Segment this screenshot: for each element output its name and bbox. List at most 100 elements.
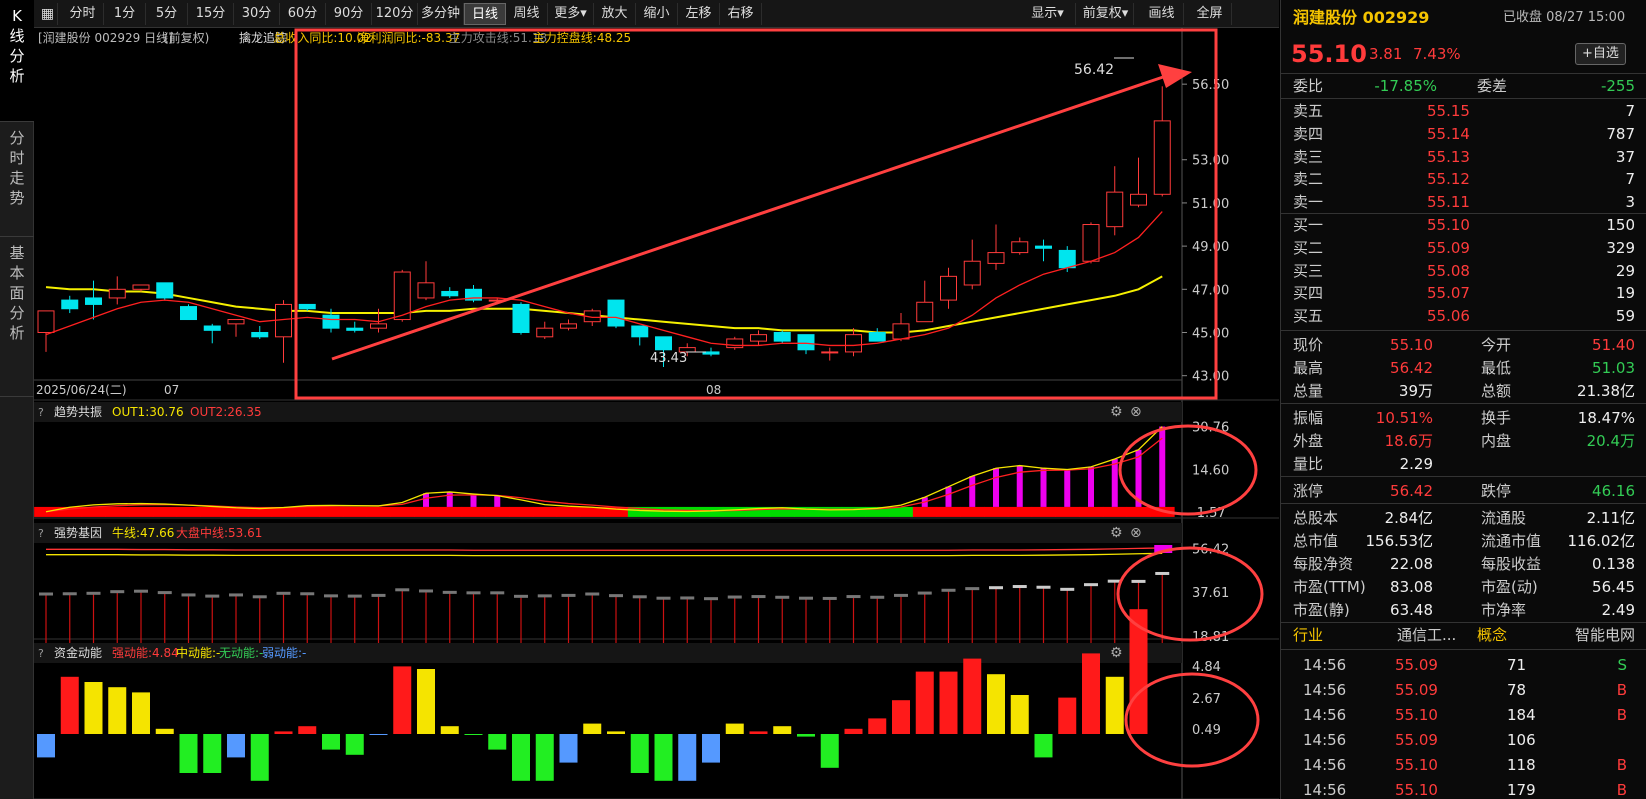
money-bar: [203, 734, 222, 773]
volume: 29: [1615, 261, 1635, 280]
bid-row[interactable]: 买五 55.06 59: [1281, 304, 1646, 328]
price-tick: 51.00: [1192, 197, 1229, 212]
stat-label: 振幅: [1293, 409, 1324, 427]
ask-row[interactable]: 卖一 55.11 3: [1281, 190, 1646, 214]
panel-help-icon[interactable]: ?: [38, 406, 44, 419]
close-icon[interactable]: ⊗: [1130, 404, 1142, 420]
trend-band: [390, 506, 415, 517]
close-icon[interactable]: ⊗: [1130, 525, 1142, 541]
panel-help-icon[interactable]: ?: [38, 527, 44, 540]
candle[interactable]: [180, 304, 197, 321]
side-tab-label: 分时走势: [9, 129, 25, 207]
money-bar: [417, 669, 435, 734]
gear-icon[interactable]: ⚙: [1110, 645, 1123, 661]
period-button-2[interactable]: 5分: [146, 3, 188, 25]
bid-row[interactable]: 买四 55.07 19: [1281, 281, 1646, 305]
trend-band: [319, 506, 344, 517]
bid-row[interactable]: 买三 55.08 29: [1281, 259, 1646, 283]
toolbar-right-0[interactable]: 显示▾: [1020, 3, 1076, 25]
period-button-5[interactable]: 60分: [280, 3, 326, 25]
ask-row[interactable]: 卖二 55.12 7: [1281, 167, 1646, 191]
toolbar-menu-icon[interactable]: ▦: [38, 3, 58, 25]
industry-value[interactable]: 通信工...: [1397, 623, 1456, 647]
candle[interactable]: [1082, 222, 1100, 264]
panel-legend: OUT1:30.76: [112, 405, 184, 419]
stat-value: 18.47%: [1577, 409, 1635, 427]
trend-bar: [494, 495, 501, 507]
label: 卖一: [1293, 193, 1324, 212]
side-tab-0[interactable]: K线分析: [0, 0, 34, 122]
period-button-15[interactable]: 右移: [720, 3, 762, 25]
trend-bar: [470, 494, 477, 507]
price: 55.06: [1427, 307, 1470, 326]
trend-band: [841, 506, 866, 517]
tick-price: 55.09: [1395, 731, 1438, 749]
candle[interactable]: [607, 299, 625, 329]
tick-time: 14:56: [1303, 706, 1347, 724]
trend-band: [485, 506, 510, 517]
stat-value: 56.42: [1390, 482, 1433, 500]
ask-row[interactable]: 卖五 55.15 7: [1281, 99, 1646, 123]
volume: 329: [1606, 238, 1635, 257]
toolbar-right-3[interactable]: 全屏: [1188, 3, 1232, 25]
money-bar: [155, 728, 174, 734]
candle[interactable]: [512, 302, 530, 335]
candle[interactable]: [773, 330, 791, 344]
period-button-7[interactable]: 120分: [372, 3, 418, 25]
period-button-1[interactable]: 1分: [104, 3, 146, 25]
gene-mark: [1060, 587, 1075, 591]
period-button-3[interactable]: 15分: [188, 3, 234, 25]
add-watchlist-button[interactable]: +自选: [1575, 43, 1626, 65]
panel-help-icon[interactable]: ?: [38, 647, 44, 660]
tick-volume: 118: [1507, 756, 1536, 774]
period-button-14[interactable]: 左移: [678, 3, 720, 25]
period-button-0[interactable]: 分时: [62, 3, 104, 25]
gene-mark: [157, 591, 172, 595]
order-ratio-row: 委比 -17.85% 委差 -255: [1281, 74, 1646, 98]
bid-row[interactable]: 买一 55.10 150: [1281, 213, 1646, 237]
money-bar: [84, 682, 103, 734]
money-bar: [440, 726, 459, 734]
candle[interactable]: [156, 282, 174, 301]
bid-row[interactable]: 买二 55.09 329: [1281, 236, 1646, 260]
period-button-12[interactable]: 放大: [594, 3, 636, 25]
volume: 19: [1615, 284, 1635, 303]
gear-icon[interactable]: ⚙: [1110, 525, 1123, 541]
toolbar-right-1[interactable]: 前复权▾: [1078, 3, 1134, 25]
period-button-9[interactable]: 日线: [464, 3, 506, 25]
stat-value: 2.11亿: [1586, 509, 1635, 527]
stat-value: 2.29: [1399, 455, 1433, 473]
trend-band: [342, 506, 368, 517]
tick-volume: 106: [1507, 731, 1536, 749]
period-button-4[interactable]: 30分: [234, 3, 280, 25]
money-bar: [773, 726, 792, 734]
industry-row[interactable]: 行业 通信工... 概念 智能电网: [1281, 623, 1646, 647]
period-button-6[interactable]: 90分: [326, 3, 372, 25]
candle[interactable]: [393, 269, 411, 322]
ask-row[interactable]: 卖三 55.13 37: [1281, 145, 1646, 169]
concept-value[interactable]: 智能电网: [1575, 623, 1635, 647]
low-label: 43.43: [650, 351, 687, 366]
industry-label: 行业: [1293, 626, 1324, 644]
gene-mark: [894, 593, 908, 597]
period-button-10[interactable]: 周线: [506, 3, 548, 25]
side-tab-label: K线分析: [9, 7, 25, 85]
gear-icon[interactable]: ⚙: [1110, 404, 1123, 420]
stock-name: 润建股份 002929: [1293, 8, 1430, 27]
tick-price: 55.10: [1395, 756, 1438, 774]
stat-label: 总额: [1481, 382, 1512, 400]
period-button-8[interactable]: 多分钟: [418, 3, 464, 25]
chart-svg[interactable]: [润建股份 002929 日线](前复权) 擒龙追踪总收入同比:10.02净利润同…: [34, 28, 1279, 799]
period-button-13[interactable]: 缩小: [636, 3, 678, 25]
candle[interactable]: [726, 336, 744, 350]
period-button-11[interactable]: 更多▾: [548, 3, 594, 25]
tick-time: 14:56: [1303, 656, 1347, 674]
side-tab-2[interactable]: 基本面分析: [0, 237, 34, 397]
money-bar: [1058, 697, 1077, 734]
side-tab-1[interactable]: 分时走势: [0, 122, 34, 237]
ask-row[interactable]: 卖四 55.14 787: [1281, 122, 1646, 146]
stat-value: 55.10: [1390, 336, 1433, 354]
toolbar-right-2[interactable]: 画线: [1140, 3, 1184, 25]
gene-mark: [347, 594, 362, 598]
stat-value: 51.03: [1592, 359, 1635, 377]
